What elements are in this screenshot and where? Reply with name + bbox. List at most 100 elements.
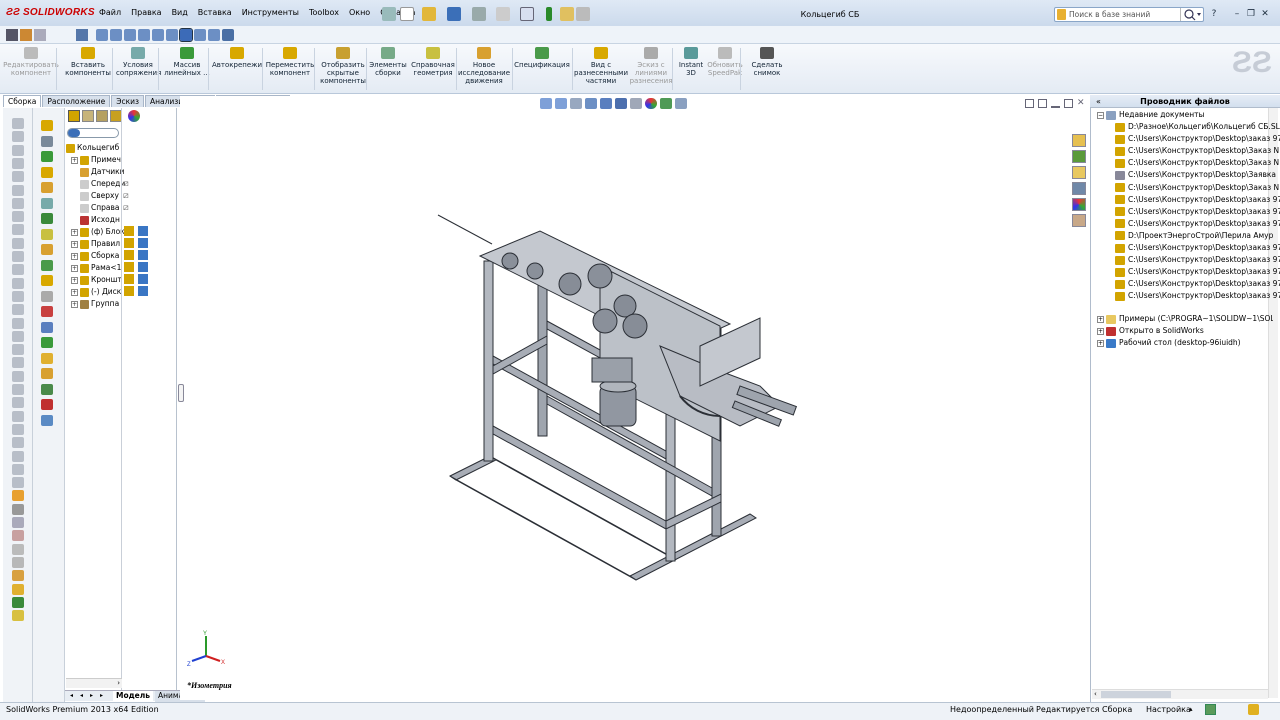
sketch-tool-icon[interactable] — [12, 330, 24, 342]
command-button[interactable]: Редактировать компонент — [2, 47, 60, 77]
sketch-tool-icon[interactable] — [12, 423, 24, 435]
assembly-tool-icon[interactable] — [20, 29, 32, 41]
tree-item[interactable]: Сверху — [71, 190, 119, 202]
menu-item[interactable]: Toolbox — [304, 7, 344, 23]
tree-item[interactable]: + Кроншт — [71, 274, 122, 286]
left-view-icon[interactable] — [124, 29, 136, 41]
assembly-tool-icon[interactable] — [41, 166, 53, 178]
file-explorer-item[interactable]: C:\Users\Конструктор\Desktop\заказ 97 — [1115, 254, 1280, 266]
expand-icon[interactable]: + — [71, 264, 78, 272]
appearances-tab-icon[interactable] — [1072, 198, 1086, 211]
custom-properties-icon[interactable] — [1072, 214, 1086, 227]
sketch-tool-icon[interactable] — [12, 503, 24, 515]
assembly-tool-icon[interactable] — [41, 182, 53, 193]
command-button[interactable]: Сделать снимок — [746, 47, 788, 77]
tree-item[interactable]: + (ф) Блок — [71, 226, 125, 238]
command-button[interactable]: Переместить компонент — [264, 47, 316, 77]
menu-item[interactable]: Правка — [126, 7, 166, 23]
expand-icon[interactable]: + — [71, 240, 78, 248]
file-explorer-item[interactable]: C:\Users\Конструктор\Desktop\Заказ N — [1115, 145, 1280, 157]
assembly-tool-icon[interactable] — [41, 306, 53, 317]
file-explorer-item[interactable]: D:\Разное\Кольцегиб\Кольцегиб СБ.SLDASM — [1115, 121, 1280, 133]
file-explorer-item[interactable]: C:\Users\Конструктор\Desktop\заказ 97 — [1115, 206, 1280, 218]
rebuild-icon[interactable] — [546, 7, 552, 21]
sketch-tool-icon[interactable] — [12, 543, 24, 555]
file-properties-icon[interactable] — [560, 7, 574, 21]
expand-icon[interactable]: + — [71, 156, 78, 164]
sketch-tool-icon[interactable] — [12, 450, 24, 462]
new-document-icon[interactable] — [400, 7, 414, 21]
view-orientation-icon[interactable] — [600, 98, 612, 109]
command-button[interactable]: Справочная геометрия — [410, 47, 456, 77]
sketch-tool-icon[interactable] — [12, 517, 24, 528]
menu-item[interactable]: Окно — [344, 7, 375, 23]
command-button[interactable]: Instant 3D — [676, 47, 706, 77]
bottom-view-icon[interactable] — [166, 29, 178, 41]
close-icon[interactable]: ✕ — [1260, 9, 1270, 19]
assembly-tool-icon[interactable] — [41, 414, 53, 426]
tile-view-icon[interactable] — [1038, 99, 1047, 108]
expand-icon[interactable]: + — [71, 228, 78, 236]
file-explorer-item[interactable]: D:\ПроектЭнергоСтрой\Перила Амур — [1115, 230, 1280, 242]
file-explorer-item[interactable]: C:\Users\Конструктор\Desktop\заказ 97 — [1115, 266, 1280, 278]
assembly-tool-icon[interactable] — [41, 275, 53, 286]
file-explorer-item[interactable]: C:\Users\Конструктор\Desktop\Заказ N — [1115, 157, 1280, 169]
expand-icon[interactable]: + — [1097, 339, 1104, 347]
assembly-tool-icon[interactable] — [41, 259, 53, 271]
isometric-view-icon[interactable] — [179, 28, 193, 42]
assembly-tool-icon[interactable] — [41, 120, 53, 131]
command-button[interactable]: Вид с разнесенными частями — [574, 47, 628, 85]
sketch-tool-icon[interactable] — [12, 197, 24, 209]
expand-icon[interactable]: + — [1097, 327, 1104, 335]
trimetric-view-icon[interactable] — [194, 29, 206, 41]
appearance-icon[interactable] — [645, 98, 657, 109]
expand-icon[interactable]: + — [71, 252, 78, 260]
assembly-tool-icon[interactable] — [41, 321, 53, 333]
command-button[interactable]: Обновить SpeedPak — [706, 47, 744, 77]
tree-item[interactable]: Исходн — [71, 214, 120, 226]
sketch-tool-icon[interactable] — [12, 596, 24, 608]
split-view-icon[interactable] — [1025, 99, 1034, 108]
sketch-tool-icon[interactable] — [12, 530, 24, 542]
assembly-tool-icon[interactable] — [41, 383, 53, 395]
file-explorer-item[interactable]: C:\Users\Конструктор\Desktop\заказ 97 — [1115, 278, 1280, 290]
view-palette-icon[interactable] — [1072, 182, 1086, 195]
configuration-tab-icon[interactable] — [96, 110, 108, 122]
assembly-tool-icon[interactable] — [41, 368, 53, 379]
sketch-tool-icon[interactable] — [12, 570, 24, 582]
sketch-tool-icon[interactable] — [12, 344, 24, 356]
assembly-tool-icon[interactable] — [41, 337, 53, 348]
help-icon[interactable]: ? — [1209, 9, 1219, 19]
command-button[interactable]: Вставить компоненты — [62, 47, 114, 77]
front-view-icon[interactable] — [96, 29, 108, 41]
sketch-tool-icon[interactable] — [12, 264, 24, 276]
viewport-minimize-icon[interactable] — [1051, 99, 1060, 108]
command-button[interactable]: Массив линейных ... — [162, 47, 212, 77]
sketch-tool-icon[interactable] — [12, 277, 24, 289]
command-button[interactable]: Условия сопряжения — [116, 47, 161, 77]
view-tool-icon[interactable] — [6, 29, 18, 41]
view-settings-icon[interactable] — [675, 98, 687, 109]
sketch-tool-icon[interactable] — [12, 490, 24, 502]
sketch-tool-icon[interactable] — [12, 290, 24, 302]
tree-item[interactable]: Справа — [71, 202, 120, 214]
anchor-icon[interactable] — [76, 29, 88, 41]
assembly-tool-icon[interactable] — [41, 213, 53, 224]
minimize-icon[interactable]: – — [1232, 9, 1242, 19]
viewport-close-icon[interactable]: ✕ — [1077, 99, 1086, 108]
sketch-tool-icon[interactable] — [12, 184, 24, 196]
sketch-tool-icon[interactable] — [12, 224, 24, 236]
rebuild-status-icon[interactable] — [1248, 704, 1259, 715]
options-icon[interactable] — [576, 7, 590, 21]
file-explorer-item[interactable]: C:\Users\Конструктор\Desktop\заказ 97 — [1115, 194, 1280, 206]
previous-view-icon[interactable] — [570, 98, 582, 109]
back-view-icon[interactable] — [110, 29, 122, 41]
expand-icon[interactable]: + — [71, 300, 78, 308]
sketch-tool-icon[interactable] — [12, 463, 24, 475]
solidworks-resources-icon[interactable] — [1072, 134, 1086, 147]
assembly-tool-icon[interactable] — [41, 244, 53, 255]
sketch-tool-icon[interactable] — [12, 357, 24, 369]
zoom-to-fit-icon[interactable] — [540, 98, 552, 109]
tree-item[interactable]: + Рама<1 — [71, 262, 121, 274]
tree-item[interactable]: + Правил — [71, 238, 120, 250]
